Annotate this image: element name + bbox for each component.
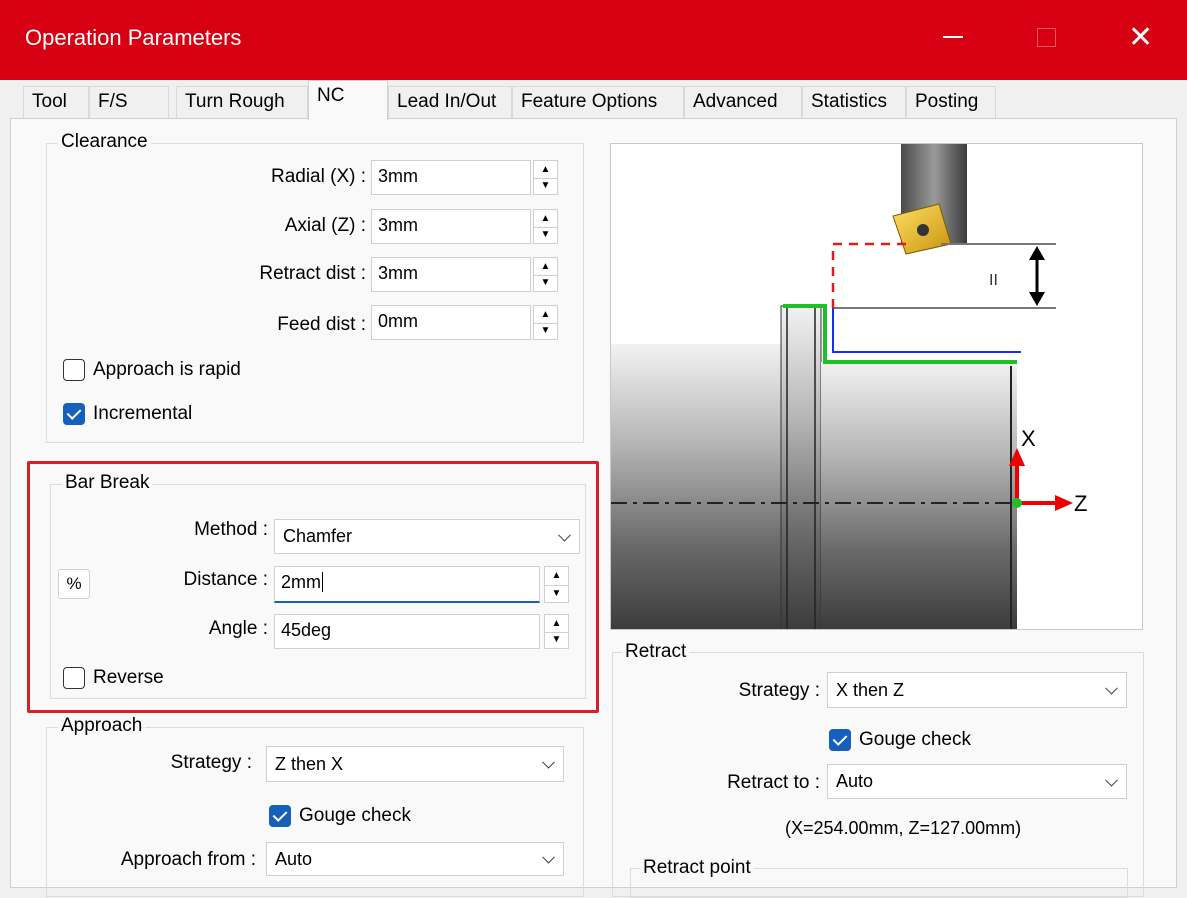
close-button[interactable]: ✕ — [1128, 18, 1153, 58]
bar-break-label: Bar Break — [62, 472, 153, 494]
text-caret — [322, 572, 323, 592]
tab-feature-options[interactable]: Feature Options — [512, 86, 684, 118]
retract-strategy-label: Strategy : — [738, 680, 820, 701]
dim-arrow-up-icon — [1029, 246, 1045, 260]
feed-dist-spinner[interactable]: ▲ ▼ — [533, 305, 558, 340]
chevron-down-icon — [542, 850, 555, 864]
method-select[interactable]: Chamfer — [274, 519, 580, 554]
tab-nc[interactable]: NC — [308, 80, 388, 120]
retract-path — [831, 242, 911, 308]
spin-down-icon[interactable]: ▼ — [545, 585, 568, 603]
retract-dist-input[interactable]: 3mm — [371, 257, 531, 292]
spin-down-icon[interactable]: ▼ — [534, 227, 557, 244]
retract-to-value: Auto — [836, 771, 874, 791]
tab-lead-in-out[interactable]: Lead In/Out — [388, 86, 512, 118]
tab-advanced[interactable]: Advanced — [684, 86, 802, 118]
chevron-down-icon — [542, 755, 555, 769]
retract-gouge-label: Gouge check — [859, 729, 971, 750]
distance-input[interactable]: 2mm — [274, 566, 540, 603]
feed-dist-input[interactable]: 0mm — [371, 305, 531, 340]
axis-x-label: X — [1021, 426, 1036, 451]
distance-spinner[interactable]: ▲ ▼ — [544, 566, 569, 603]
chevron-down-icon — [1105, 681, 1118, 695]
chevron-down-icon — [558, 528, 571, 542]
feed-dist-label: Feed dist : — [277, 314, 366, 335]
angle-input[interactable]: 45deg — [274, 614, 540, 649]
retract-label: Retract — [622, 641, 690, 663]
tab-turn-rough[interactable]: Turn Rough — [176, 86, 308, 118]
toolpath-blue — [832, 308, 1021, 353]
retract-to-label: Retract to : — [727, 772, 820, 793]
window-title: Operation Parameters — [25, 25, 242, 50]
axis-z-label: Z — [1074, 491, 1087, 516]
spin-up-icon[interactable]: ▲ — [534, 210, 557, 228]
axial-spinner[interactable]: ▲ ▼ — [533, 209, 558, 244]
clearance-label: Clearance — [58, 131, 151, 153]
distance-value: 2mm — [281, 572, 321, 592]
lathe-diagram: II X Z — [610, 143, 1143, 630]
approach-from-select[interactable]: Auto — [266, 842, 564, 876]
stock-body — [611, 344, 781, 629]
reverse-label: Reverse — [93, 667, 164, 688]
distance-label: Distance : — [183, 569, 268, 590]
tab-statistics[interactable]: Statistics — [802, 86, 906, 118]
radial-spinner[interactable]: ▲ ▼ — [533, 160, 558, 195]
reverse-checkbox[interactable] — [63, 667, 85, 689]
approach-rapid-checkbox[interactable] — [63, 359, 85, 381]
approach-gouge-checkbox[interactable] — [269, 805, 291, 827]
maximize-button[interactable] — [1037, 28, 1056, 47]
retract-to-select[interactable]: Auto — [827, 764, 1127, 799]
spin-down-icon[interactable]: ▼ — [534, 323, 557, 340]
radial-label: Radial (X) : — [270, 166, 366, 187]
spin-down-icon[interactable]: ▼ — [534, 275, 557, 292]
angle-spinner[interactable]: ▲ ▼ — [544, 614, 569, 649]
approach-rapid-label: Approach is rapid — [93, 359, 241, 380]
minimize-button[interactable] — [943, 36, 963, 38]
spin-up-icon[interactable]: ▲ — [545, 567, 568, 586]
retract-dist-spinner[interactable]: ▲ ▼ — [533, 257, 558, 292]
approach-strategy-label: Strategy : — [170, 752, 252, 773]
approach-from-value: Auto — [275, 849, 313, 869]
dim-mark: II — [989, 272, 998, 289]
retract-dist-label: Retract dist : — [259, 263, 366, 284]
lathe-diagram-svg: II X Z — [611, 144, 1087, 629]
method-label: Method : — [194, 519, 268, 540]
incremental-checkbox[interactable] — [63, 403, 85, 425]
insert-screw — [917, 224, 929, 236]
retract-coords: (X=254.00mm, Z=127.00mm) — [785, 818, 1022, 838]
method-value: Chamfer — [283, 526, 353, 546]
approach-label: Approach — [58, 715, 146, 737]
spin-up-icon[interactable]: ▲ — [534, 161, 557, 179]
spin-down-icon[interactable]: ▼ — [545, 632, 568, 649]
axial-input[interactable]: 3mm — [371, 209, 531, 244]
dim-arrow-down-icon — [1029, 292, 1045, 306]
approach-strategy-select[interactable]: Z then X — [266, 746, 564, 782]
approach-gouge-label: Gouge check — [299, 805, 411, 826]
tab-tool[interactable]: Tool — [23, 86, 89, 118]
retract-point-label: Retract point — [640, 857, 754, 879]
spin-up-icon[interactable]: ▲ — [534, 258, 557, 276]
incremental-label: Incremental — [93, 403, 193, 424]
axial-label: Axial (Z) : — [284, 215, 366, 236]
spin-down-icon[interactable]: ▼ — [534, 178, 557, 195]
spin-up-icon[interactable]: ▲ — [534, 306, 557, 324]
percent-button[interactable]: % — [58, 569, 90, 599]
retract-strategy-value: X then Z — [836, 680, 905, 700]
retract-gouge-checkbox[interactable] — [829, 729, 851, 751]
angle-label: Angle : — [208, 618, 268, 639]
radial-input[interactable]: 3mm — [371, 160, 531, 195]
retract-strategy-select[interactable]: X then Z — [827, 672, 1127, 708]
z-axis-arrow-icon — [1055, 495, 1073, 511]
spin-up-icon[interactable]: ▲ — [545, 615, 568, 633]
approach-from-label: Approach from : — [120, 849, 256, 870]
approach-strategy-value: Z then X — [275, 754, 344, 774]
turned-diameter — [821, 362, 1017, 629]
tab-posting[interactable]: Posting — [906, 86, 996, 118]
tab-fs[interactable]: F/S — [89, 86, 169, 118]
origin-point — [1012, 498, 1022, 508]
chevron-down-icon — [1105, 773, 1118, 787]
